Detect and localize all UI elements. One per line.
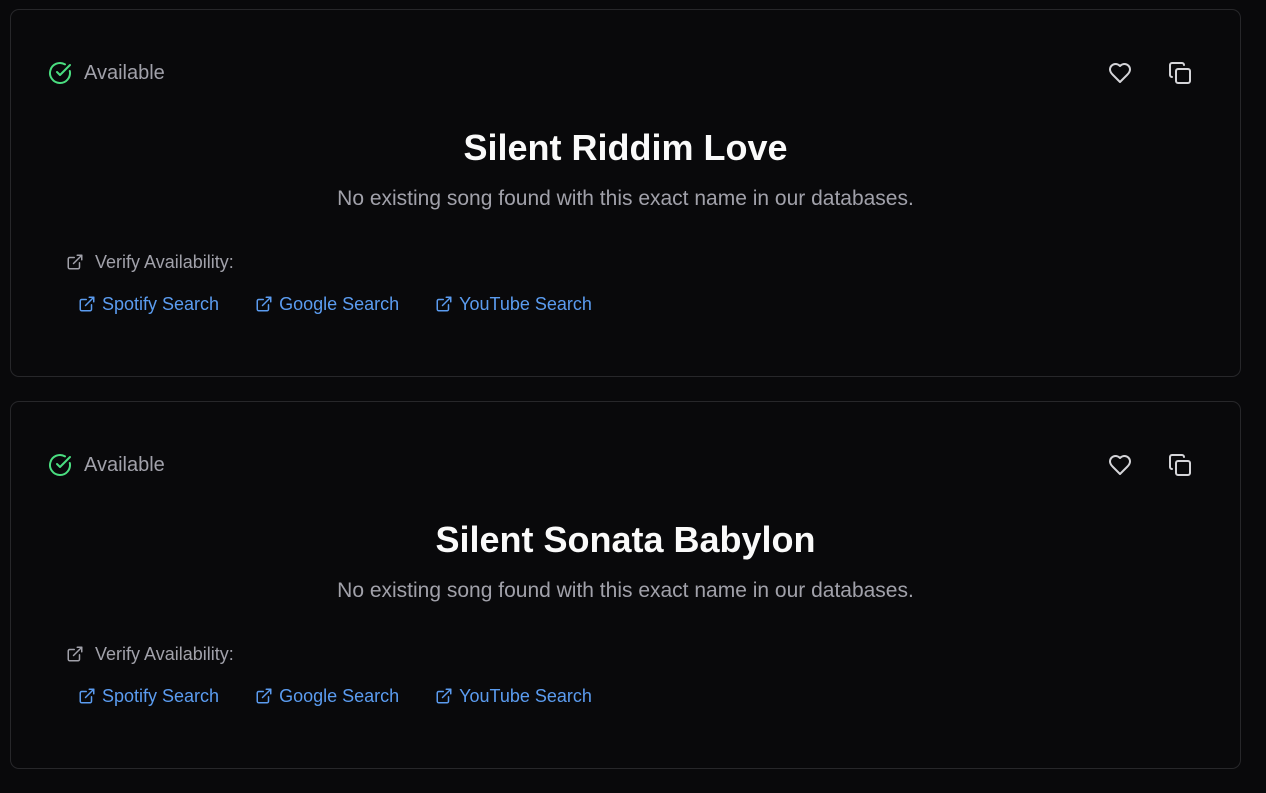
favorite-button[interactable] bbox=[1108, 61, 1132, 85]
google-search-link[interactable]: Google Search bbox=[255, 292, 399, 316]
link-label: Google Search bbox=[279, 294, 400, 314]
copy-icon bbox=[1168, 453, 1192, 477]
result-card: Available Silent Sonata Babylon No exist… bbox=[10, 401, 1241, 769]
result-card: Available Silent Riddim Love No existing… bbox=[10, 9, 1241, 377]
status-label: Available bbox=[84, 62, 165, 84]
heart-icon bbox=[1108, 453, 1132, 477]
song-title: Silent Sonata Babylon bbox=[435, 519, 816, 560]
external-link-icon bbox=[435, 687, 453, 705]
verify-availability-heading: Verify Availability: bbox=[66, 251, 234, 273]
results-list: Available Silent Riddim Love No existing… bbox=[10, 9, 1241, 793]
external-link-icon bbox=[435, 295, 453, 313]
external-link-icon bbox=[66, 253, 84, 271]
copy-button[interactable] bbox=[1168, 61, 1192, 85]
link-label: YouTube Search bbox=[459, 686, 592, 706]
status-label: Available bbox=[84, 454, 165, 476]
availability-status: Available bbox=[48, 61, 165, 85]
verify-label: Verify Availability: bbox=[95, 644, 234, 664]
check-circle-icon bbox=[48, 453, 72, 477]
search-links: Spotify Search Google Search YouTube Sea… bbox=[78, 292, 592, 316]
song-title: Silent Riddim Love bbox=[463, 127, 788, 168]
card-actions bbox=[1108, 453, 1192, 477]
heart-icon bbox=[1108, 61, 1132, 85]
search-links: Spotify Search Google Search YouTube Sea… bbox=[78, 684, 592, 708]
external-link-icon bbox=[78, 295, 96, 313]
link-label: Google Search bbox=[279, 686, 400, 706]
verify-availability-heading: Verify Availability: bbox=[66, 643, 234, 665]
external-link-icon bbox=[255, 687, 273, 705]
google-search-link[interactable]: Google Search bbox=[255, 684, 399, 708]
copy-icon bbox=[1168, 61, 1192, 85]
favorite-button[interactable] bbox=[1108, 453, 1132, 477]
search-result-message: No existing song found with this exact n… bbox=[337, 187, 914, 210]
spotify-search-link[interactable]: Spotify Search bbox=[78, 292, 219, 316]
card-actions bbox=[1108, 61, 1192, 85]
search-result-message: No existing song found with this exact n… bbox=[337, 579, 914, 602]
external-link-icon bbox=[66, 645, 84, 663]
youtube-search-link[interactable]: YouTube Search bbox=[435, 292, 592, 316]
link-label: YouTube Search bbox=[459, 294, 592, 314]
availability-status: Available bbox=[48, 453, 165, 477]
spotify-search-link[interactable]: Spotify Search bbox=[78, 684, 219, 708]
youtube-search-link[interactable]: YouTube Search bbox=[435, 684, 592, 708]
link-label: Spotify Search bbox=[102, 294, 220, 314]
link-label: Spotify Search bbox=[102, 686, 220, 706]
external-link-icon bbox=[255, 295, 273, 313]
copy-button[interactable] bbox=[1168, 453, 1192, 477]
verify-label: Verify Availability: bbox=[95, 252, 234, 272]
external-link-icon bbox=[78, 687, 96, 705]
check-circle-icon bbox=[48, 61, 72, 85]
